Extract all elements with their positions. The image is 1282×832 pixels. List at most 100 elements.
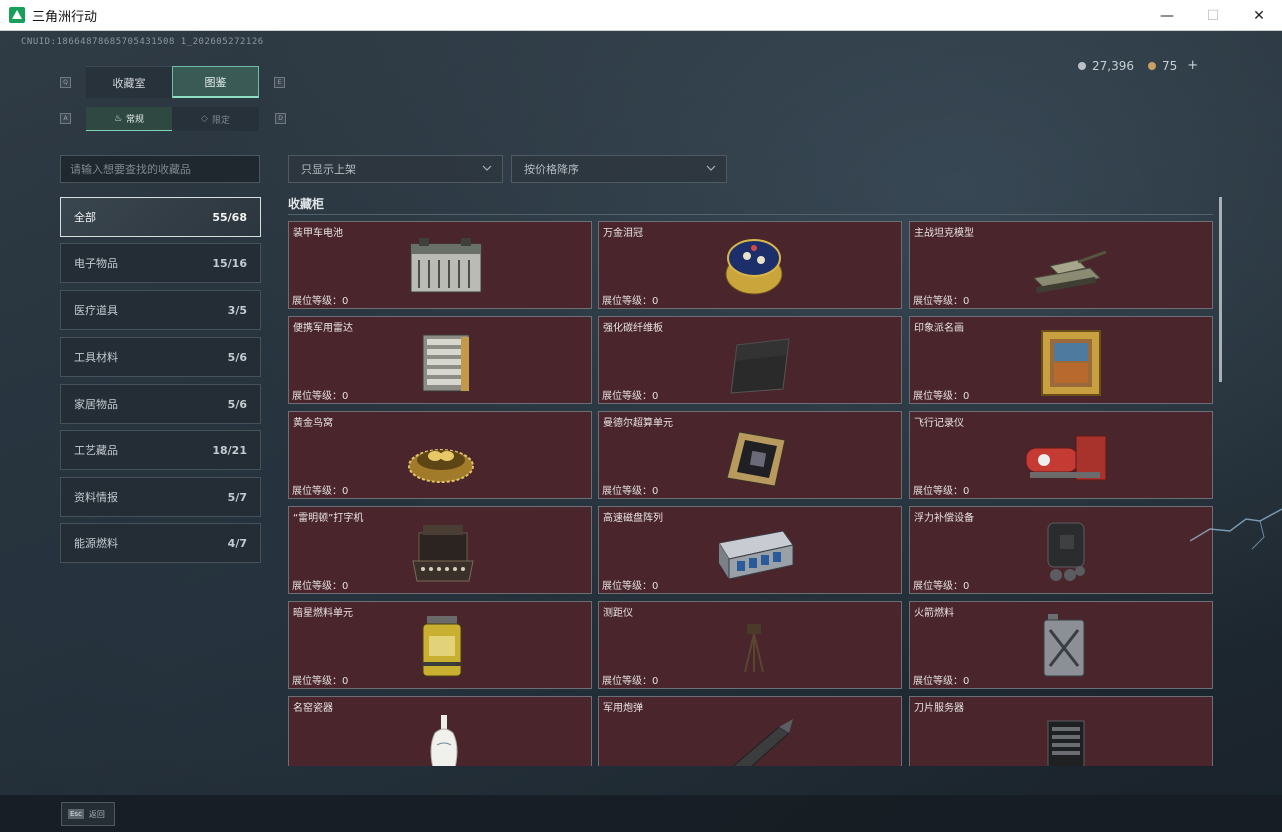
porcelain-vase-icon [430,715,458,766]
category-all[interactable]: 全部 55/68 [60,197,261,237]
typewriter-icon [412,525,474,582]
collectible-card[interactable]: 刀片服务器 [909,696,1213,766]
item-name: 主战坦克模型 [914,228,974,239]
showcase-title: 收藏柜 [288,197,325,211]
collectible-card[interactable]: 火箭燃料 展位等级：0 [909,601,1213,689]
collectible-card[interactable]: 曼德尔超算单元 展位等级：0 [598,411,902,499]
category-count: 5/7 [227,490,247,504]
rocket-fuel-icon [1043,614,1085,677]
showcase-grid: 装甲车电池 展位等级：0 万金泪冠 展位等级：0 主战坦克模型 展位等级：0 便… [288,221,1214,766]
battery-icon [410,238,482,293]
category-label: 工具材料 [74,351,118,364]
game-viewport: CNUID:18664878685705431508 1_20260527212… [0,31,1282,832]
gold-coin-icon [1148,61,1156,70]
display-level: 展位等级：0 [292,486,349,497]
category-intel[interactable]: 资料情报 5/7 [60,477,261,517]
item-name: 便携军用雷达 [293,323,353,334]
display-level: 展位等级：0 [602,296,659,307]
display-level: 展位等级：0 [292,296,349,307]
flame-icon: ♨ [113,113,123,124]
collectible-card[interactable]: 印象派名画 展位等级：0 [909,316,1213,404]
silver-amount: 27,396 [1092,58,1134,73]
category-label: 能源燃料 [74,537,118,550]
collectible-card[interactable]: “雷明顿”打字机 展位等级：0 [288,506,592,594]
tab-collection-room[interactable]: 收藏室 [86,66,172,98]
collectible-card[interactable]: 高速磁盘阵列 展位等级：0 [598,506,902,594]
window-controls: — ☐ ✕ [1144,0,1282,31]
collectible-card[interactable]: 黄金鸟窝 展位等级：0 [288,411,592,499]
category-count: 15/16 [212,256,247,270]
collectible-card[interactable]: 测距仪 展位等级：0 [598,601,902,689]
search-input[interactable] [60,155,260,183]
chevron-down-icon [482,165,492,171]
currency-display: 27,396 75 + [1078,58,1198,73]
window-titlebar: 三角洲行动 — ☐ ✕ [0,0,1282,31]
category-label: 资料情报 [74,491,118,504]
collectible-card[interactable]: 浮力补偿设备 展位等级：0 [909,506,1213,594]
esc-key-hint: Esc [68,809,84,819]
radar-icon [422,334,470,392]
artillery-shell-icon [732,719,793,766]
shelf-filter-dropdown[interactable]: 只显示上架 [288,155,503,183]
bottom-bar [0,795,1282,832]
window-title: 三角洲行动 [32,9,98,25]
collectible-card[interactable]: 飞行记录仪 展位等级：0 [909,411,1213,499]
collectible-card[interactable]: 军用炮弹 [598,696,902,766]
display-level: 展位等级：0 [913,486,970,497]
carbon-plate-icon [730,338,790,394]
flight-recorder-icon [1025,435,1107,481]
cpu-icon [726,431,786,487]
painting-icon [1041,330,1101,396]
collectible-card[interactable]: 名窑瓷器 [288,696,592,766]
item-name: 强化碳纤维板 [603,323,663,334]
item-name: “雷明顿”打字机 [293,513,364,524]
close-button[interactable]: ✕ [1236,0,1282,31]
tab-catalog[interactable]: 图鉴 [172,66,259,98]
category-fuel[interactable]: 能源燃料 4/7 [60,523,261,563]
category-label: 医疗道具 [74,304,118,317]
item-name: 火箭燃料 [914,608,954,619]
maximize-button[interactable]: ☐ [1190,0,1236,31]
back-button[interactable]: Esc 返回 [61,802,115,826]
item-name: 刀片服务器 [914,703,964,714]
minimize-button[interactable]: — [1144,0,1190,31]
collectible-card[interactable]: 便携军用雷达 展位等级：0 [288,316,592,404]
tab-next-key-hint: E [274,77,285,88]
item-name: 测距仪 [603,608,633,619]
category-medical[interactable]: 医疗道具 3/5 [60,290,261,330]
category-label: 工艺藏品 [74,444,118,457]
display-level: 展位等级：0 [913,296,970,307]
buoyancy-device-icon [1047,522,1085,581]
tab-prev-key-hint: Q [60,77,71,88]
tank-model-icon [1032,250,1107,294]
showcase-scrollbar[interactable] [1219,197,1222,382]
subtab-limited[interactable]: ◇ 限定 [172,107,259,131]
silver-coin-icon [1078,61,1086,70]
chevron-down-icon [706,165,716,171]
subtab-regular[interactable]: ♨ 常规 [86,107,172,131]
category-crafts[interactable]: 工艺藏品 18/21 [60,430,261,470]
gold-amount: 75 [1162,58,1178,73]
collectible-card[interactable]: 主战坦克模型 展位等级：0 [909,221,1213,309]
subtab-regular-label: 常规 [126,115,145,125]
sort-dropdown[interactable]: 按价格降序 [511,155,727,183]
category-count: 5/6 [227,397,247,411]
collectible-card[interactable]: 暗星燃料单元 展位等级：0 [288,601,592,689]
category-tools[interactable]: 工具材料 5/6 [60,337,261,377]
add-currency-button[interactable]: + [1187,58,1198,73]
display-level: 展位等级：0 [913,581,970,592]
back-label: 返回 [88,809,105,819]
item-name: 印象派名画 [914,323,964,334]
item-name: 曼德尔超算单元 [603,418,673,429]
item-name: 装甲车电池 [293,228,343,239]
display-level: 展位等级：0 [913,676,970,687]
collectible-card[interactable]: 强化碳纤维板 展位等级：0 [598,316,902,404]
category-electronics[interactable]: 电子物品 15/16 [60,243,261,283]
display-level: 展位等级：0 [913,391,970,402]
category-household[interactable]: 家居物品 5/6 [60,384,261,424]
subtab-prev-key-hint: A [60,113,71,124]
collectible-card[interactable]: 万金泪冠 展位等级：0 [598,221,902,309]
category-count: 3/5 [227,303,247,317]
collectible-card[interactable]: 装甲车电池 展位等级：0 [288,221,592,309]
item-name: 名窑瓷器 [293,703,333,714]
